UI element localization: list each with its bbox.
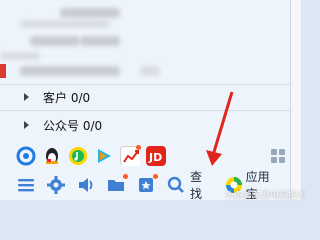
group-row-official-accounts[interactable]: 公众号 0/0 bbox=[0, 112, 290, 138]
tencent-video-icon[interactable] bbox=[94, 146, 114, 166]
window-edge bbox=[290, 0, 301, 200]
jd-icon[interactable]: JD bbox=[146, 146, 166, 166]
favorites-icon[interactable] bbox=[136, 174, 158, 195]
blurred-contact-detail bbox=[0, 52, 40, 60]
group-label: 客户 0/0 bbox=[43, 90, 91, 105]
blurred-contact-detail bbox=[20, 20, 110, 28]
expand-arrow-icon[interactable] bbox=[24, 121, 29, 129]
search-icon[interactable] bbox=[166, 175, 186, 195]
folder-icon[interactable] bbox=[106, 174, 128, 195]
group-label: 公众号 0/0 bbox=[43, 118, 103, 133]
stock-icon[interactable] bbox=[120, 145, 141, 166]
blurred-contact-name bbox=[20, 66, 120, 76]
group-row-customers[interactable]: 客户 0/0 bbox=[0, 84, 290, 110]
quick-apps-bar: JD bbox=[16, 145, 166, 166]
notification-dot bbox=[136, 145, 141, 150]
menu-icon[interactable] bbox=[16, 175, 36, 195]
contacts-panel: 客户 0/0 公众号 0/0 JD 查找 应用宝 bbox=[0, 0, 290, 200]
browser-icon[interactable] bbox=[16, 146, 36, 166]
notification-dot bbox=[153, 174, 158, 179]
blurred-contact-name bbox=[60, 8, 120, 18]
search-label: 查找 bbox=[190, 170, 203, 200]
grid-icon[interactable] bbox=[268, 146, 288, 166]
watermark: 头条@东湖电脑技术 bbox=[225, 191, 307, 201]
svg-text:JD: JD bbox=[148, 151, 162, 164]
blurred-contact-name bbox=[80, 36, 120, 46]
notification-dot bbox=[123, 174, 128, 179]
qq-music-icon[interactable] bbox=[68, 146, 88, 166]
expand-arrow-icon[interactable] bbox=[24, 93, 29, 101]
speaker-icon[interactable] bbox=[76, 175, 96, 195]
contact-marker bbox=[0, 64, 6, 78]
search-button[interactable]: 查找 bbox=[190, 170, 212, 200]
qq-game-icon[interactable] bbox=[42, 146, 62, 166]
settings-icon[interactable] bbox=[46, 175, 66, 195]
blurred-contact-name bbox=[30, 36, 80, 46]
divider bbox=[0, 110, 290, 111]
blurred-contact-detail bbox=[140, 66, 160, 76]
